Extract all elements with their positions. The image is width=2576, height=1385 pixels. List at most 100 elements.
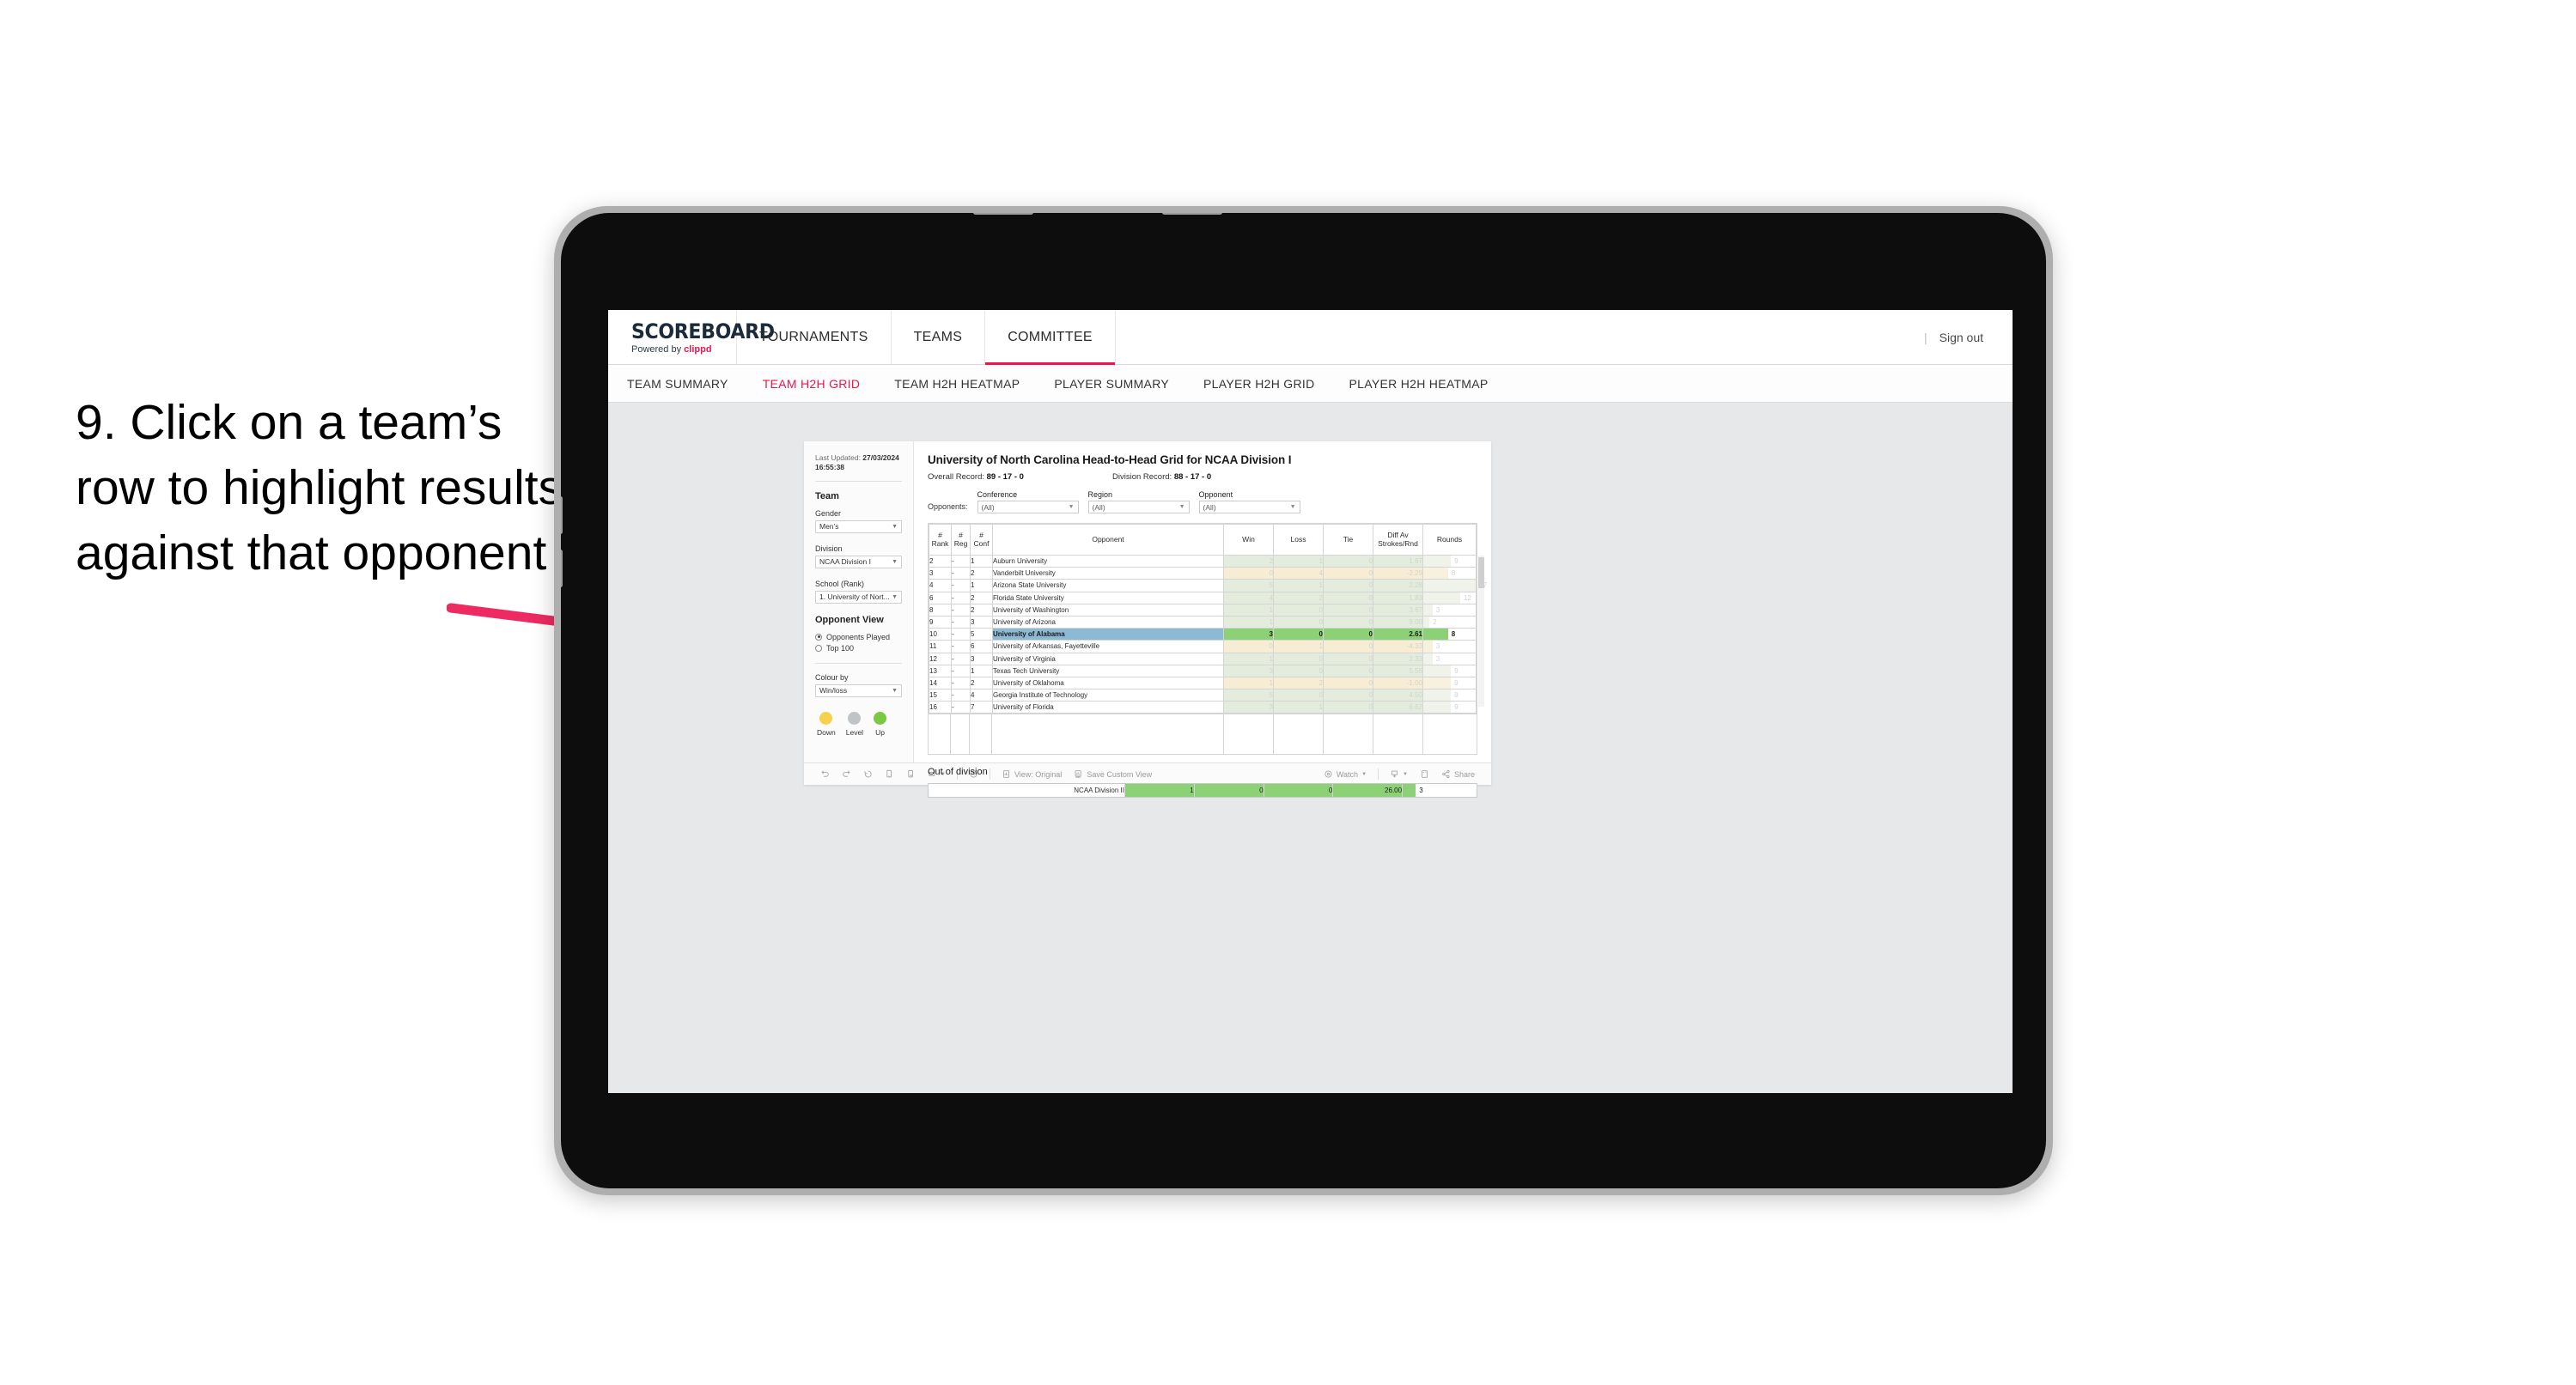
tab-team-h2h-grid[interactable]: TEAM H2H GRID bbox=[763, 377, 861, 391]
colour-by-label: Colour by bbox=[815, 672, 849, 682]
cell-win: 1 bbox=[1223, 615, 1274, 629]
col-reg[interactable]: # Reg bbox=[951, 524, 971, 556]
nav-tournaments[interactable]: TOURNAMENTS bbox=[737, 310, 892, 364]
rounds-bar bbox=[1423, 592, 1461, 604]
app-logo[interactable]: SCOREBOARD Powered by clippd bbox=[608, 310, 775, 364]
legend-label-up: Up bbox=[875, 727, 885, 737]
sign-out-link[interactable]: Sign out bbox=[1940, 331, 1983, 344]
out-of-division-rounds: 3 bbox=[1402, 784, 1477, 798]
redo-button[interactable] bbox=[836, 769, 857, 779]
cell-opponent: University of Oklahoma bbox=[992, 676, 1224, 690]
cell-loss: 1 bbox=[1273, 640, 1324, 653]
refresh-button[interactable] bbox=[879, 769, 900, 779]
table-row[interactable]: 10-5 University of Alabama 3 0 0 2.61 8 bbox=[929, 628, 1477, 641]
table-row[interactable]: 16-7 University of Florida 3 1 0 6.62 9 bbox=[929, 701, 1477, 714]
undo-icon bbox=[821, 770, 829, 777]
out-of-division-tie: 0 bbox=[1264, 784, 1334, 798]
cell-diff: 1.67 bbox=[1373, 554, 1423, 568]
cell-loss: 0 bbox=[1273, 628, 1324, 641]
revert-button[interactable] bbox=[857, 769, 879, 779]
cell-tie: 0 bbox=[1323, 664, 1373, 677]
rounds-bar bbox=[1423, 665, 1452, 677]
table-row[interactable]: 2-1 Auburn University 2 1 0 1.67 9 bbox=[929, 554, 1477, 568]
cell-tie: 0 bbox=[1323, 652, 1373, 665]
colour-by-select[interactable]: Win/loss ▼ bbox=[815, 683, 902, 697]
table-row[interactable]: 9-3 University of Arizona 1 0 0 9.00 2 bbox=[929, 615, 1477, 629]
cell-conf: 3 bbox=[970, 615, 993, 629]
table-row[interactable]: 11-6 University of Arkansas, Fayetteville… bbox=[929, 640, 1477, 653]
cell-rounds: 8 bbox=[1422, 628, 1477, 641]
cell-rounds: 3 bbox=[1422, 652, 1477, 665]
legend-item-level: Level bbox=[846, 711, 863, 737]
filter-conference-value: (All) bbox=[981, 502, 995, 512]
cell-rounds: 12 bbox=[1422, 591, 1477, 604]
table-row[interactable]: 13-1 Texas Tech University 3 0 0 5.56 9 bbox=[929, 664, 1477, 677]
table-row[interactable]: 15-4 Georgia Institute of Technology 5 0 0 4.… bbox=[929, 689, 1477, 702]
table-row[interactable]: 12-3 University of Virginia 1 0 0 2.33 3 bbox=[929, 652, 1477, 665]
grid-scrollbar-thumb[interactable] bbox=[1478, 557, 1484, 588]
radio-icon-selected bbox=[815, 633, 822, 641]
cell-loss: 0 bbox=[1273, 664, 1324, 677]
col-tie[interactable]: Tie bbox=[1323, 524, 1373, 556]
opponent-filters: Opponents: Conference (All) ▼ Region (Al… bbox=[928, 490, 1477, 513]
rounds-value: 9 bbox=[1454, 691, 1459, 700]
table-row[interactable]: 4-1Arizona State University5102.2817 bbox=[929, 579, 1487, 592]
out-of-division-container: NCAA Division II 1 0 0 26.00 3 bbox=[928, 783, 1477, 799]
cell-loss: 2 bbox=[1273, 676, 1324, 690]
out-of-division-row[interactable]: NCAA Division II 1 0 0 26.00 3 bbox=[929, 784, 1477, 798]
h2h-grid-container: # Rank # Reg # Conf Opponent Win Loss Tie D… bbox=[928, 523, 1487, 715]
school-select[interactable]: 1. University of Nort... ▼ bbox=[815, 590, 902, 604]
col-win[interactable]: Win bbox=[1223, 524, 1274, 556]
cell-opponent: University of Washington bbox=[992, 603, 1224, 617]
col-conf[interactable]: # Conf bbox=[970, 524, 993, 556]
filter-region-select[interactable]: (All) ▼ bbox=[1087, 501, 1190, 513]
filter-region-value: (All) bbox=[1092, 502, 1105, 512]
cell-rank: 14 bbox=[929, 676, 952, 690]
radio-top-100[interactable]: Top 100 bbox=[815, 644, 902, 653]
undo-button[interactable] bbox=[814, 769, 836, 779]
cell-conf: 6 bbox=[970, 640, 993, 653]
legend-dot-down bbox=[819, 711, 833, 725]
cell-win: 3 bbox=[1223, 664, 1274, 677]
cell-rounds: 9 bbox=[1422, 554, 1477, 568]
filter-conference-select[interactable]: (All) ▼ bbox=[977, 501, 1079, 513]
filter-opponent-select[interactable]: (All) ▼ bbox=[1198, 501, 1300, 513]
pause-button[interactable] bbox=[900, 769, 922, 779]
tab-player-h2h-grid[interactable]: PLAYER H2H GRID bbox=[1203, 377, 1315, 391]
cell-rank: 4 bbox=[929, 579, 952, 592]
col-diff[interactable]: Diff Av Strokes/Rnd bbox=[1373, 524, 1423, 556]
col-loss[interactable]: Loss bbox=[1273, 524, 1324, 556]
cell-rounds: 17 bbox=[1422, 579, 1487, 592]
tablet-screen: SCOREBOARD Powered by clippd TOURNAMENTS… bbox=[608, 310, 2013, 1093]
table-row[interactable]: 3-2 Vanderbilt University 0 4 0 -2.29 8 bbox=[929, 567, 1477, 580]
cell-reg: - bbox=[951, 652, 971, 665]
tab-player-summary[interactable]: PLAYER SUMMARY bbox=[1054, 377, 1169, 391]
tab-player-h2h-heatmap[interactable]: PLAYER H2H HEATMAP bbox=[1349, 377, 1489, 391]
logo-powered-by: Powered by clippd bbox=[631, 344, 736, 355]
rounds-value: 9 bbox=[1454, 557, 1459, 566]
cell-opponent: Auburn University bbox=[992, 554, 1224, 568]
col-rank[interactable]: # Rank bbox=[929, 524, 952, 556]
tab-team-h2h-heatmap[interactable]: TEAM H2H HEATMAP bbox=[894, 377, 1020, 391]
table-row[interactable]: 14-2 University of Oklahoma 1 2 0 -1.00 9 bbox=[929, 676, 1477, 690]
out-of-division-table: NCAA Division II 1 0 0 26.00 3 bbox=[929, 784, 1477, 798]
table-row[interactable]: 6-2 Florida State University 4 2 0 1.83 12 bbox=[929, 591, 1477, 604]
nav-teams[interactable]: TEAMS bbox=[892, 310, 986, 364]
cell-tie: 0 bbox=[1323, 701, 1373, 714]
division-select[interactable]: NCAA Division I ▼ bbox=[815, 555, 902, 568]
col-opponent[interactable]: Opponent bbox=[992, 524, 1224, 556]
nav-committee[interactable]: COMMITTEE bbox=[985, 310, 1116, 365]
logo-wordmark: SCOREBOARD bbox=[631, 319, 775, 343]
gender-select[interactable]: Men’s ▼ bbox=[815, 519, 902, 533]
cell-reg: - bbox=[951, 579, 971, 592]
cell-tie: 0 bbox=[1323, 689, 1373, 702]
cell-win: 3 bbox=[1223, 628, 1274, 641]
cell-rank: 12 bbox=[929, 652, 952, 665]
col-rounds[interactable]: Rounds bbox=[1422, 524, 1477, 556]
radio-opponents-played[interactable]: Opponents Played bbox=[815, 633, 902, 641]
cell-tie: 0 bbox=[1323, 615, 1373, 629]
tab-team-summary[interactable]: TEAM SUMMARY bbox=[627, 377, 728, 391]
cell-win: 5 bbox=[1223, 689, 1274, 702]
overall-record: Overall Record: 89 - 17 - 0 bbox=[928, 472, 1112, 482]
table-row[interactable]: 8-2 University of Washington 1 0 0 3.67 3 bbox=[929, 603, 1477, 617]
